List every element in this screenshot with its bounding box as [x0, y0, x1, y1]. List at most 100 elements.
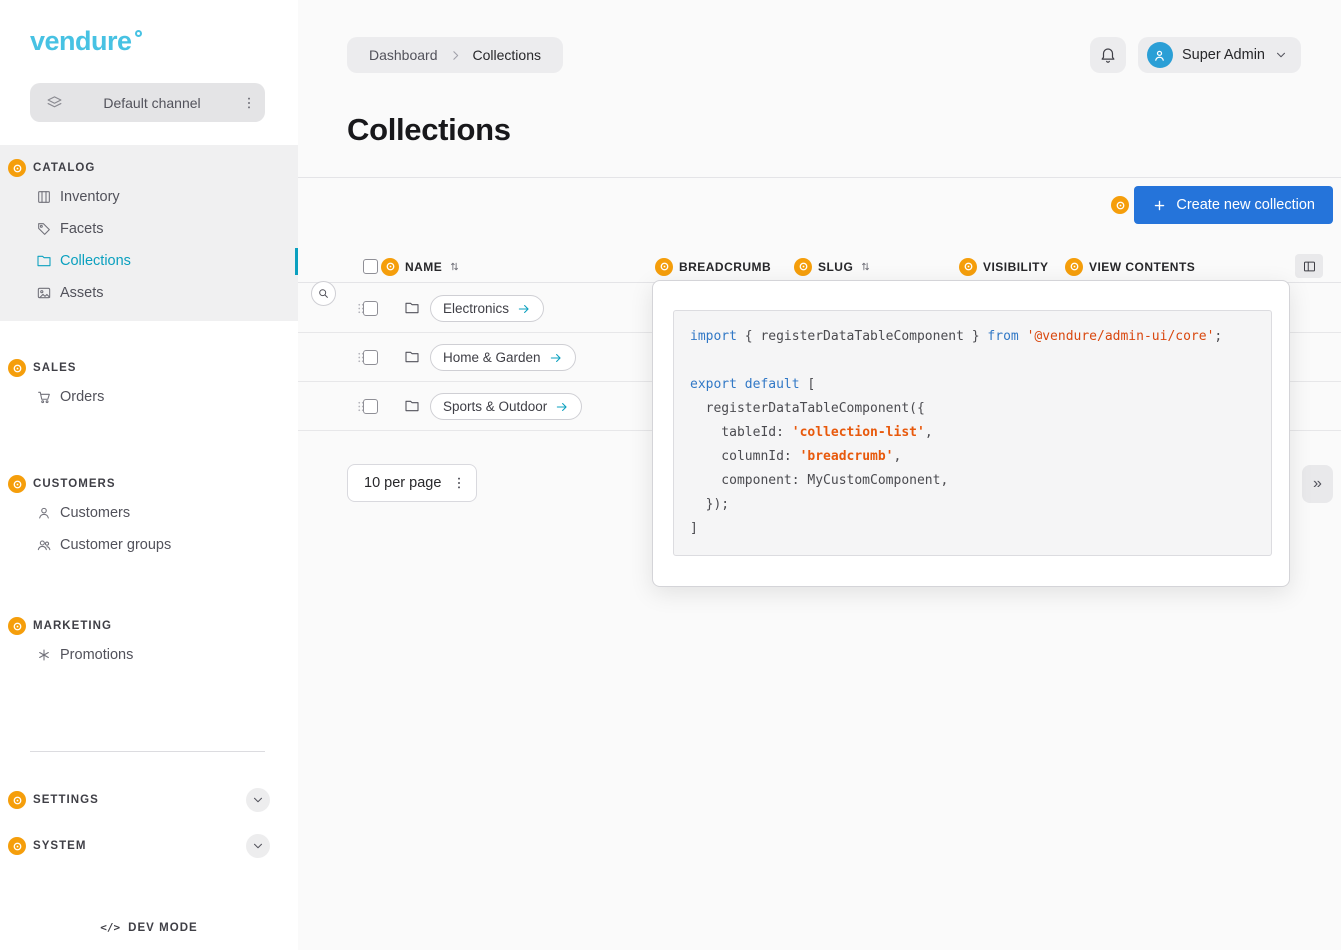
search-button[interactable]: [311, 281, 336, 306]
extension-point-badge[interactable]: [8, 359, 26, 377]
extension-point-badge[interactable]: [959, 258, 977, 276]
tag-icon: [36, 221, 52, 237]
sort-icon[interactable]: [448, 260, 461, 273]
breadcrumb-item-dashboard[interactable]: Dashboard: [369, 47, 438, 63]
create-button-label: Create new collection: [1176, 197, 1315, 213]
nav-section-header-system[interactable]: SYSTEM: [0, 830, 298, 862]
chevron-down-icon[interactable]: [246, 834, 270, 858]
extension-point-badge[interactable]: [8, 617, 26, 635]
collection-name: Electronics: [443, 301, 509, 316]
sidebar-item-customer-groups[interactable]: Customer groups: [0, 529, 298, 561]
extension-point-badge[interactable]: [8, 159, 26, 177]
code-block: import { registerDataTableComponent } fr…: [673, 310, 1272, 556]
collection-link-chip[interactable]: Electronics: [430, 295, 544, 322]
breadcrumb-item-collections[interactable]: Collections: [473, 47, 541, 63]
plus-icon: [1152, 198, 1167, 213]
column-header-label: SLUG: [818, 260, 853, 274]
extension-point-badge[interactable]: [8, 837, 26, 855]
sidebar-item-orders[interactable]: Orders: [0, 381, 298, 413]
folder-icon: [36, 253, 52, 269]
extension-point-badge[interactable]: [1111, 196, 1129, 214]
row-checkbox[interactable]: [363, 399, 378, 414]
nav-section-settings: SETTINGS: [0, 784, 298, 816]
nav-section-header-customers: CUSTOMERS: [0, 471, 298, 497]
column-header-visibility[interactable]: VISIBILITY: [959, 250, 1048, 283]
cart-icon: [36, 389, 52, 405]
sort-icon[interactable]: [859, 260, 872, 273]
folder-icon: [404, 398, 420, 414]
sidebar-item-collections[interactable]: Collections: [0, 245, 298, 277]
user-menu-button[interactable]: Super Admin: [1138, 37, 1301, 73]
nav-item-label: Assets: [60, 285, 104, 301]
sidebar-item-customers[interactable]: Customers: [0, 497, 298, 529]
sidebar-nav: CATALOG Inventory Facets Collections: [0, 145, 298, 862]
extension-point-badge[interactable]: [8, 791, 26, 809]
actions-row: Create new collection: [1111, 186, 1333, 224]
nav-section-system: SYSTEM: [0, 830, 298, 862]
bell-icon: [1099, 46, 1117, 64]
nav-section-header-catalog: CATALOG: [0, 155, 298, 181]
code-icon: </>: [100, 921, 120, 934]
extension-point-badge[interactable]: [655, 258, 673, 276]
extension-point-badge[interactable]: [381, 258, 399, 276]
image-icon: [36, 285, 52, 301]
collection-link-chip[interactable]: Sports & Outdoor: [430, 393, 582, 420]
nav-section-customers: CUSTOMERS Customers Customer groups: [0, 471, 298, 561]
row-checkbox[interactable]: [363, 350, 378, 365]
vendure-logo: vendure: [30, 26, 142, 57]
dev-mode-toggle[interactable]: </> DEV MODE: [0, 921, 298, 934]
extension-point-badge[interactable]: [794, 258, 812, 276]
collection-name: Home & Garden: [443, 350, 541, 365]
extension-point-badge[interactable]: [8, 475, 26, 493]
select-all-checkbox[interactable]: [363, 259, 378, 274]
column-header-name[interactable]: NAME: [381, 250, 461, 283]
users-icon: [36, 537, 52, 553]
topbar: Dashboard Collections Super Admin: [347, 37, 1301, 73]
layers-icon: [46, 94, 63, 111]
table-header: NAME BREADCRUMB SLUG VISIBILITY VIEW CON…: [298, 250, 1341, 283]
column-header-label: VIEW CONTENTS: [1089, 260, 1195, 274]
next-page-button[interactable]: »: [1302, 465, 1333, 503]
sidebar-item-promotions[interactable]: Promotions: [0, 639, 298, 671]
column-header-label: NAME: [405, 260, 442, 274]
nav-section-header-settings[interactable]: SETTINGS: [0, 784, 298, 816]
topbar-right: Super Admin: [1090, 37, 1301, 73]
collection-link-chip[interactable]: Home & Garden: [430, 344, 576, 371]
nav-section-label-marketing: MARKETING: [33, 620, 112, 632]
nav-section-catalog: CATALOG Inventory Facets Collections: [0, 145, 298, 321]
nav-section-sales: SALES Orders: [0, 355, 298, 413]
kebab-menu-icon[interactable]: [451, 475, 467, 491]
extension-point-badge[interactable]: [1065, 258, 1083, 276]
sidebar-item-inventory[interactable]: Inventory: [0, 181, 298, 213]
page-divider: [298, 177, 1341, 178]
column-header-view-contents[interactable]: VIEW CONTENTS: [1065, 250, 1195, 283]
asterisk-icon: [36, 647, 52, 663]
row-checkbox[interactable]: [363, 301, 378, 316]
chevron-down-icon: [1274, 48, 1288, 62]
nav-section-header-marketing: MARKETING: [0, 613, 298, 639]
sidebar-item-facets[interactable]: Facets: [0, 213, 298, 245]
nav-section-header-sales: SALES: [0, 355, 298, 381]
sidebar-item-assets[interactable]: Assets: [0, 277, 298, 309]
nav-section-label-sales: SALES: [33, 362, 77, 374]
nav-section-label-catalog: CATALOG: [33, 162, 95, 174]
column-header-slug[interactable]: SLUG: [794, 250, 872, 283]
vendure-logo-text: vendure: [30, 26, 132, 57]
breadcrumb: Dashboard Collections: [347, 37, 563, 73]
chevron-down-icon[interactable]: [246, 788, 270, 812]
channel-selector[interactable]: Default channel: [30, 83, 265, 122]
sidebar-divider: [30, 751, 265, 752]
nav-item-label: Customers: [60, 505, 130, 521]
nav-item-label: Collections: [60, 253, 131, 269]
create-new-collection-button[interactable]: Create new collection: [1134, 186, 1333, 224]
kebab-menu-icon[interactable]: [241, 95, 257, 111]
sidebar: vendure Default channel CATALOG Inventor…: [0, 0, 298, 950]
nav-item-label: Customer groups: [60, 537, 171, 553]
nav-section-label-settings: SETTINGS: [33, 794, 99, 806]
column-settings-button[interactable]: [1295, 254, 1323, 278]
notifications-button[interactable]: [1090, 37, 1126, 73]
nav-section-marketing: MARKETING Promotions: [0, 613, 298, 671]
nav-item-label: Promotions: [60, 647, 133, 663]
items-per-page-select[interactable]: 10 per page: [347, 464, 477, 502]
column-header-breadcrumb[interactable]: BREADCRUMB: [655, 250, 771, 283]
